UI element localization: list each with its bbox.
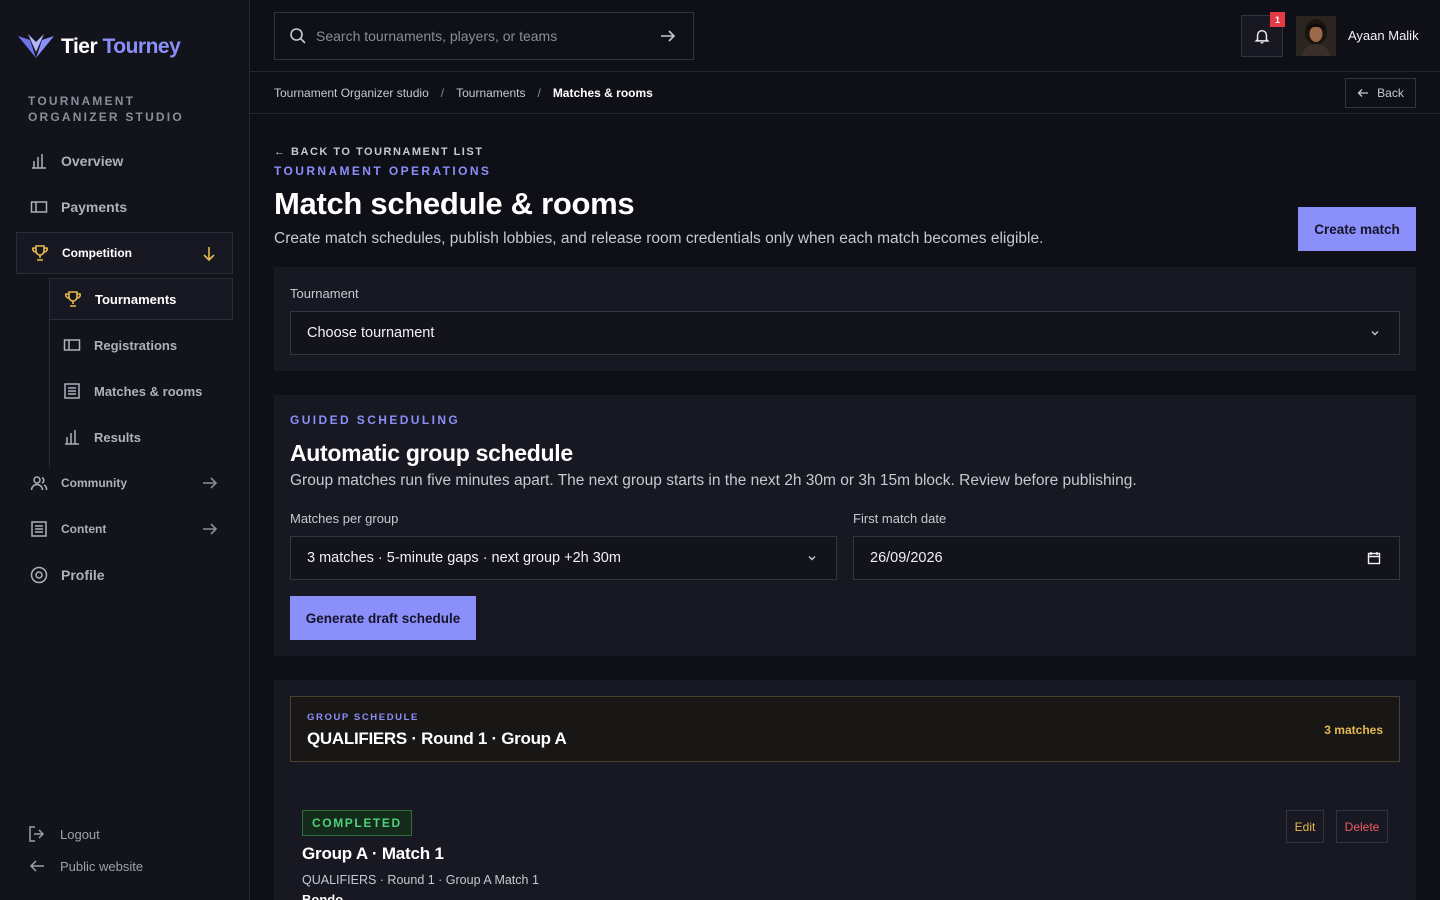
sidebar-item-competition[interactable]: Competition [16,232,233,274]
sidebar-section-label: TOURNAMENT ORGANIZER STUDIO [28,94,184,124]
brand-name: Tier Tourney [61,35,181,58]
tier-tourney-logo-icon [18,34,54,58]
bar-chart-icon [63,428,81,446]
bar-chart-icon [30,152,48,170]
back-button[interactable]: Back [1345,78,1416,108]
search-icon [290,28,306,44]
sidebar-subitem-tournaments[interactable]: Tournaments [49,278,233,320]
breadcrumb-item-current: Matches & rooms [552,86,653,100]
arrow-right-icon [203,523,218,535]
sidebar-item-profile[interactable]: Profile [16,554,233,596]
match-map: Bondo [302,892,344,900]
avatar[interactable] [1296,16,1336,56]
back-button-label: Back [1377,86,1404,100]
sidebar-item-overview[interactable]: Overview [16,140,233,182]
search-box[interactable] [274,12,694,60]
group-schedule-title: QUALIFIERS · Round 1 · Group A [307,729,567,748]
group-schedule-header[interactable]: GROUP SCHEDULE QUALIFIERS · Round 1 · Gr… [290,696,1400,762]
sidebar-subitem-label: Matches & rooms [94,383,203,399]
chevron-down-icon [1371,331,1379,336]
arrow-down-icon [203,247,215,262]
sidebar-subitem-results[interactable]: Results [49,416,233,458]
delete-match-button[interactable]: Delete [1336,810,1388,843]
match-title: Group A · Match 1 [302,844,444,863]
generate-draft-schedule-button[interactable]: Generate draft schedule [290,596,476,640]
sidebar-subitem-matches-rooms[interactable]: Matches & rooms [49,370,233,412]
sidebar-item-label: Payments [61,199,128,215]
page-subtitle: Create match schedules, publish lobbies,… [274,230,1044,247]
trophy-icon [64,290,82,308]
search-input[interactable] [316,28,659,44]
tournament-select-value: Choose tournament [307,325,435,341]
user-name[interactable]: Ayaan Malik [1348,28,1419,43]
guided-title: Automatic group schedule [290,440,573,466]
tournament-label: Tournament [290,286,359,301]
breadcrumb-item-tournaments[interactable]: Tournaments [456,86,525,100]
bell-icon [1254,29,1270,44]
guided-subtitle: Group matches run five minutes apart. Th… [290,472,1137,489]
notification-badge: 1 [1270,12,1285,27]
arrow-left-icon [29,860,44,872]
public-website-link[interactable]: Public website [28,857,143,875]
first-match-date-value: 26/09/2026 [870,550,943,566]
first-match-date-field[interactable]: 26/09/2026 [853,536,1400,580]
status-badge: COMPLETED [302,810,412,836]
settings-icon [30,566,48,584]
sidebar-item-label: Community [61,476,127,490]
matches-per-group-value: 3 matches · 5-minute gaps · next group +… [307,550,621,566]
public-website-label: Public website [60,858,144,874]
sidebar-subitem-registrations[interactable]: Registrations [49,324,233,366]
breadcrumb-bar: Tournament Organizer studio / Tournament… [250,72,1440,114]
sidebar-item-label: Overview [61,153,124,169]
calendar-icon[interactable] [1367,551,1381,565]
breadcrumb-separator: / [537,86,541,100]
ticket-icon [30,198,48,216]
arrow-right-icon [203,477,218,489]
group-match-count: 3 matches [1324,723,1383,737]
breadcrumb-item-studio[interactable]: Tournament Organizer studio [274,86,429,100]
users-icon [30,474,48,492]
ticket-icon [63,336,81,354]
sidebar-item-label: Competition [62,246,132,260]
sidebar-subitem-label: Results [94,429,141,445]
sidebar-item-community[interactable]: Community [16,462,233,504]
edit-match-button[interactable]: Edit [1286,810,1324,843]
matches-per-group-label: Matches per group [290,511,399,526]
top-bar: 1 Ayaan Malik [250,0,1440,72]
logout-label: Logout [60,826,100,842]
matches-per-group-select[interactable]: 3 matches · 5-minute gaps · next group +… [290,536,837,580]
sidebar-subitem-label: Tournaments [95,291,177,307]
logout-link[interactable]: Logout [28,825,100,843]
group-schedule-eyebrow: GROUP SCHEDULE [307,712,419,723]
guided-eyebrow: GUIDED SCHEDULING [290,413,461,427]
sidebar-item-payments[interactable]: Payments [16,186,233,228]
brand-logo[interactable]: Tier Tourney [16,30,181,64]
chevron-down-icon [808,556,816,561]
breadcrumb: Tournament Organizer studio / Tournament… [274,86,653,100]
page-title: Match schedule & rooms [274,186,635,221]
user-avatar-image [1296,16,1336,56]
list-icon [63,382,81,400]
sidebar: Tier Tourney TOURNAMENT ORGANIZER STUDIO… [0,0,250,900]
sidebar-item-label: Content [61,522,107,536]
first-match-date-label: First match date [853,511,947,526]
tournament-select[interactable]: Choose tournament [290,311,1400,355]
create-match-button[interactable]: Create match [1298,207,1416,251]
logout-icon [29,826,45,842]
sidebar-subitem-label: Registrations [94,337,178,353]
match-subtitle: QUALIFIERS · Round 1 · Group A Match 1 [302,873,539,887]
arrow-right-icon[interactable] [659,27,677,45]
sidebar-item-label: Profile [61,567,105,583]
page-eyebrow: TOURNAMENT OPERATIONS [274,164,492,178]
back-to-tournament-list-link[interactable]: ← BACK TO TOURNAMENT LIST [274,146,483,158]
breadcrumb-separator: / [440,86,445,100]
document-icon [30,520,48,538]
sidebar-item-content[interactable]: Content [16,508,233,550]
trophy-icon [31,244,49,262]
arrow-left-icon [1357,89,1369,97]
